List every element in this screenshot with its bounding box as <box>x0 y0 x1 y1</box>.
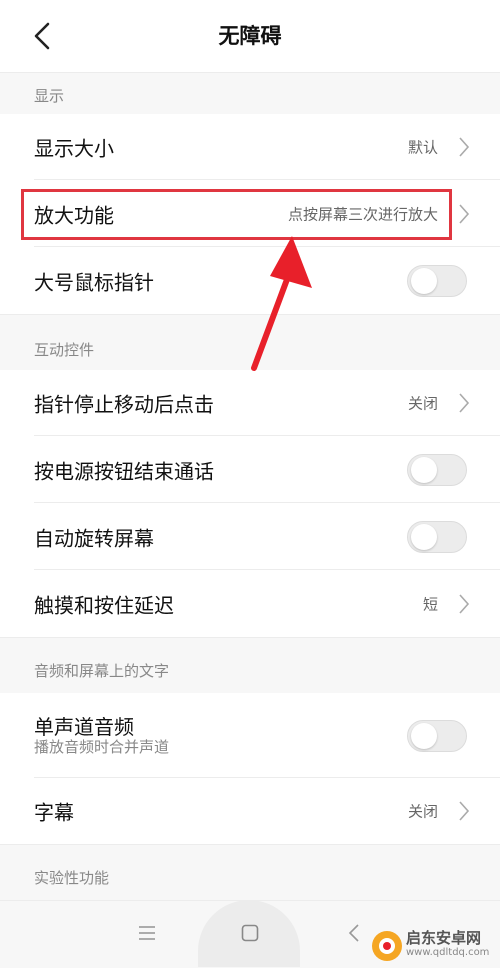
row-auto-rotate[interactable]: 自动旋转屏幕 <box>0 504 500 570</box>
row-mono-audio[interactable]: 单声道音频 播放音频时合并声道 <box>0 693 500 778</box>
row-label: 按电源按钮结束通话 <box>34 459 214 484</box>
chevron-right-icon <box>459 801 470 821</box>
row-power-end-call[interactable]: 按电源按钮结束通话 <box>0 437 500 503</box>
chevron-right-icon <box>459 393 470 413</box>
back-nav-icon[interactable] <box>348 923 360 943</box>
section-header-experimental: 实验性功能 <box>0 844 500 901</box>
section-title: 实验性功能 <box>34 869 110 887</box>
row-label: 大号鼠标指针 <box>34 270 154 295</box>
menu-icon[interactable] <box>138 925 156 941</box>
watermark: 启东安卓网 www.qdltdq.com <box>368 925 500 967</box>
row-label: 指针停止移动后点击 <box>34 392 214 417</box>
row-value: 关闭 <box>407 394 438 413</box>
section-title: 互动控件 <box>34 341 95 359</box>
power-end-call-toggle[interactable] <box>407 454 467 486</box>
chevron-right-icon <box>459 594 470 614</box>
page-title: 无障碍 <box>218 24 282 48</box>
section-header-audio: 音频和屏幕上的文字 <box>0 637 500 694</box>
row-captions[interactable]: 字幕 关闭 <box>0 778 500 844</box>
section-title: 音频和屏幕上的文字 <box>34 662 170 680</box>
row-label: 触摸和按住延迟 <box>34 593 174 618</box>
chevron-right-icon <box>459 204 470 224</box>
row-sublabel: 播放音频时合并声道 <box>34 738 170 756</box>
red-arrow-annotation <box>251 236 312 371</box>
watermark-logo-icon <box>372 931 402 961</box>
row-touch-delay[interactable]: 触摸和按住延迟 短 <box>0 571 500 637</box>
row-label: 自动旋转屏幕 <box>34 526 154 551</box>
home-icon[interactable] <box>241 924 259 942</box>
mono-audio-toggle[interactable] <box>407 719 467 752</box>
app-header: 无障碍 <box>0 0 500 73</box>
watermark-text: 启东安卓网 <box>406 929 482 947</box>
row-value: 默认 <box>407 138 438 157</box>
row-label: 字幕 <box>34 800 74 825</box>
highlight-box <box>21 189 452 240</box>
row-label: 显示大小 <box>34 136 114 161</box>
large-pointer-toggle[interactable] <box>407 265 467 297</box>
row-value: 关闭 <box>407 802 438 821</box>
chevron-right-icon <box>459 137 470 157</box>
watermark-url: www.qdltdq.com <box>406 947 490 958</box>
section-header-display: 显示 <box>0 72 500 115</box>
row-value: 短 <box>422 595 438 614</box>
auto-rotate-toggle[interactable] <box>407 521 467 553</box>
section-title: 显示 <box>34 87 65 105</box>
row-display-size[interactable]: 显示大小 默认 <box>0 114 500 180</box>
row-dwell-click[interactable]: 指针停止移动后点击 关闭 <box>0 370 500 436</box>
